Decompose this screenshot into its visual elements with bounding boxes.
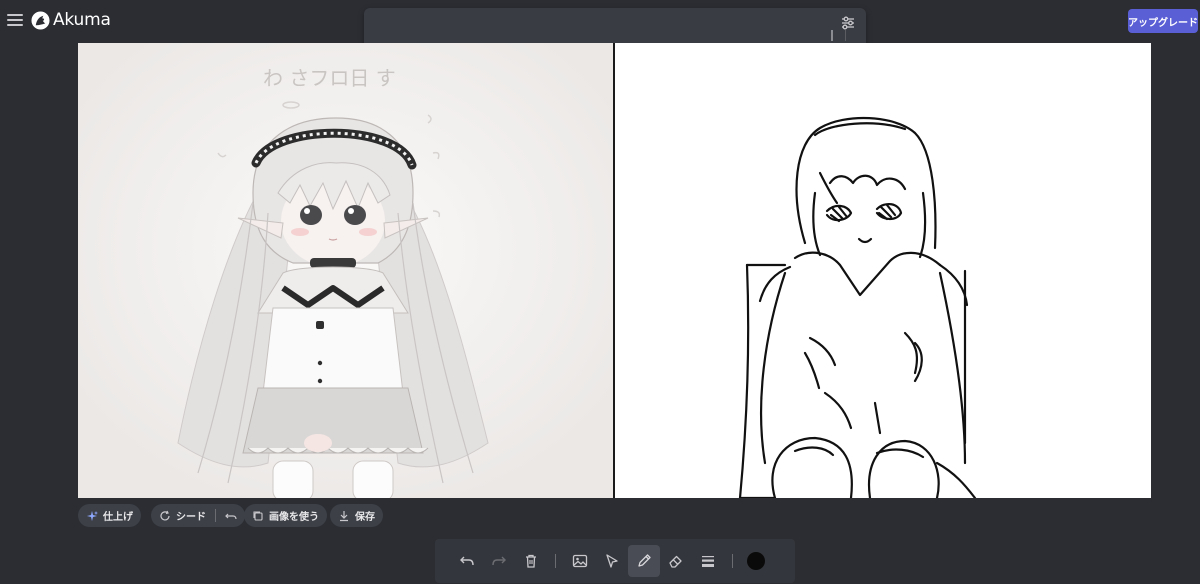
eraser-tool-button[interactable] bbox=[660, 545, 692, 577]
brush-color-swatch[interactable] bbox=[747, 552, 765, 570]
use-image-button[interactable]: 画像を使う bbox=[244, 504, 327, 527]
pencil-icon bbox=[638, 554, 651, 567]
upgrade-button[interactable]: アップグレード bbox=[1128, 9, 1198, 33]
toolbar-separator bbox=[555, 554, 556, 568]
undo-icon bbox=[460, 556, 474, 566]
pencil-tool-button[interactable] bbox=[628, 545, 660, 577]
toolbar-separator bbox=[732, 554, 733, 568]
save-label: 保存 bbox=[355, 512, 375, 523]
redo-button[interactable] bbox=[483, 545, 515, 577]
finish-label: 仕上げ bbox=[103, 512, 133, 523]
sketch-canvas[interactable] bbox=[615, 43, 1151, 498]
eraser-icon bbox=[669, 555, 682, 568]
finish-button[interactable]: 仕上げ bbox=[78, 504, 141, 527]
sparkle-icon bbox=[87, 510, 98, 521]
refresh-icon bbox=[160, 510, 170, 520]
redo-icon bbox=[492, 556, 506, 566]
prompt-scroll-indicator bbox=[845, 30, 846, 41]
hamburger-menu-button[interactable] bbox=[6, 12, 24, 28]
copy-image-icon bbox=[253, 510, 263, 521]
stroke-width-icon bbox=[702, 556, 714, 567]
seed-button[interactable]: シード bbox=[151, 504, 245, 527]
pill-separator bbox=[215, 509, 216, 522]
app-name: Akuma bbox=[53, 10, 111, 30]
select-pointer-icon bbox=[606, 554, 618, 568]
settings-sliders-icon[interactable] bbox=[840, 15, 856, 31]
generated-image-canvas[interactable]: わ さフロ日 す bbox=[78, 43, 614, 498]
download-icon bbox=[340, 510, 348, 521]
image-icon bbox=[572, 554, 588, 568]
stroke-width-button[interactable] bbox=[692, 545, 724, 577]
save-button[interactable]: 保存 bbox=[330, 504, 383, 527]
trash-icon bbox=[526, 554, 536, 568]
handwritten-scribble: わ さフロ日 す bbox=[263, 66, 396, 90]
select-tool-button[interactable] bbox=[596, 545, 628, 577]
prompt-input[interactable] bbox=[376, 16, 826, 46]
clear-button[interactable] bbox=[515, 545, 547, 577]
akuma-logo-icon bbox=[31, 10, 50, 30]
undo-seed-icon[interactable] bbox=[225, 510, 237, 522]
image-tool-button[interactable] bbox=[564, 545, 596, 577]
use-image-label: 画像を使う bbox=[269, 512, 319, 523]
text-cursor bbox=[831, 30, 833, 41]
logo[interactable]: Akuma bbox=[31, 10, 111, 30]
seed-label: シード bbox=[176, 512, 206, 523]
drawing-toolbar bbox=[435, 539, 795, 583]
undo-button[interactable] bbox=[451, 545, 483, 577]
